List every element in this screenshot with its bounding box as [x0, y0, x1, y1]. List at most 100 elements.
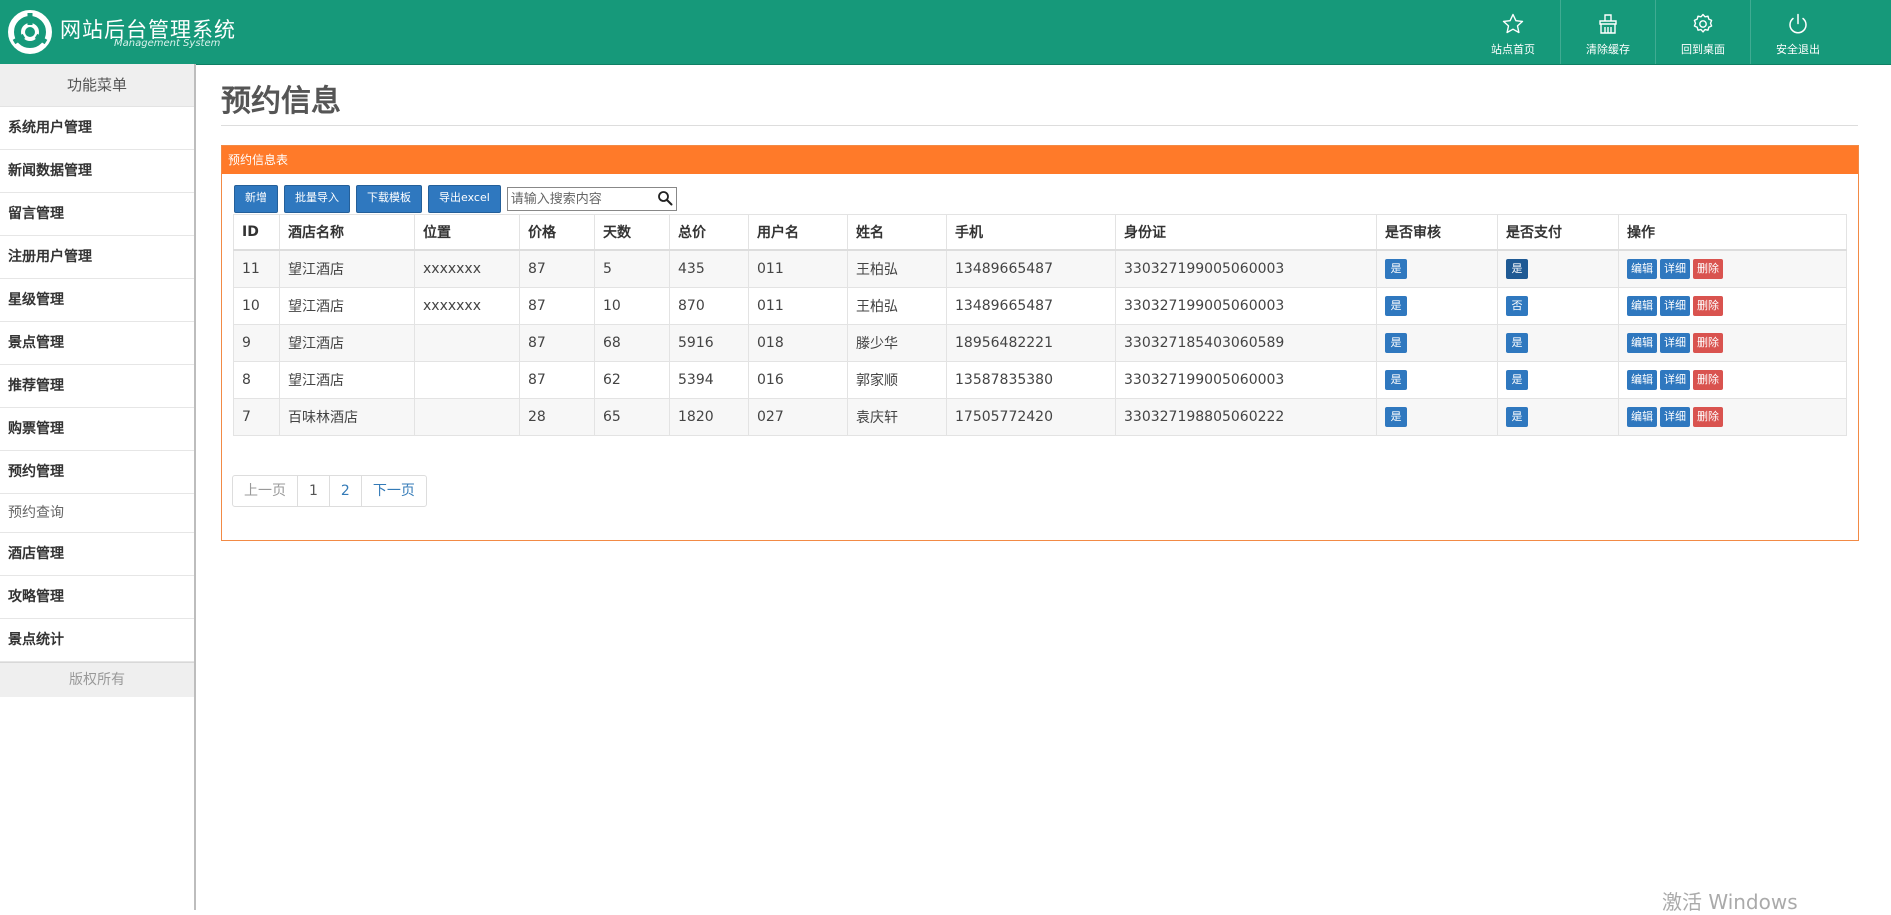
detail-button[interactable]: 详细: [1660, 407, 1690, 427]
detail-button[interactable]: 详细: [1660, 370, 1690, 390]
reservation-panel: 预约信息表 新增 批量导入 下载模板 导出excel ID 酒店名称 位置 价格…: [221, 145, 1859, 541]
logout-button[interactable]: 安全退出: [1750, 0, 1845, 64]
toolbar: 新增 批量导入 下载模板 导出excel: [234, 185, 677, 213]
page-1-button[interactable]: 1: [297, 476, 329, 506]
column-header-username: 用户名: [748, 214, 848, 251]
sidebar: 功能菜单 系统用户管理 新闻数据管理 留言管理 注册用户管理 星级管理 景点管理…: [0, 64, 196, 910]
page-title: 预约信息: [221, 84, 341, 119]
power-icon: [1789, 13, 1807, 34]
cell-id: 7: [233, 398, 280, 436]
audited-badge[interactable]: 是: [1385, 333, 1407, 353]
app-subtitle: Management System: [114, 38, 221, 49]
cell-id: 10: [233, 287, 280, 325]
sidebar-item-star-rating[interactable]: 星级管理: [0, 279, 194, 322]
detail-button[interactable]: 详细: [1660, 296, 1690, 316]
audited-badge[interactable]: 是: [1385, 259, 1407, 279]
paid-badge[interactable]: 是: [1506, 259, 1528, 279]
delete-button[interactable]: 删除: [1693, 333, 1723, 353]
cell-name: 郭家顺: [847, 361, 947, 399]
sidebar-item-registered-users[interactable]: 注册用户管理: [0, 236, 194, 279]
cell-name: 滕少华: [847, 324, 947, 362]
next-page-button[interactable]: 下一页: [360, 476, 426, 506]
cell-hotel: 望江酒店: [279, 287, 415, 325]
sidebar-item-attractions[interactable]: 景点管理: [0, 322, 194, 365]
cell-username: 016: [748, 361, 848, 399]
cell-days: 5: [594, 249, 670, 288]
cell-id: 11: [233, 249, 280, 288]
sidebar-item-tickets[interactable]: 购票管理: [0, 408, 194, 451]
export-excel-button[interactable]: 导出excel: [428, 185, 501, 213]
cell-idcard: 330327198805060222: [1115, 398, 1377, 436]
sidebar-subitem-reservation-query[interactable]: 预约查询: [0, 494, 194, 533]
cell-price: 87: [519, 324, 595, 362]
sidebar-item-reservations[interactable]: 预约管理: [0, 451, 194, 494]
cell-username: 018: [748, 324, 848, 362]
cell-paid: 否: [1497, 287, 1619, 325]
detail-button[interactable]: 详细: [1660, 259, 1690, 279]
column-header-name: 姓名: [847, 214, 947, 251]
batch-import-button[interactable]: 批量导入: [284, 185, 350, 213]
cell-actions: 编辑 详细 删除: [1618, 398, 1847, 436]
sidebar-item-guides[interactable]: 攻略管理: [0, 576, 194, 619]
cell-phone: 13489665487: [946, 249, 1116, 288]
add-button[interactable]: 新增: [234, 185, 278, 213]
edit-button[interactable]: 编辑: [1627, 296, 1657, 316]
prev-page-button[interactable]: 上一页: [233, 476, 297, 506]
logo-icon: [8, 10, 52, 54]
cell-username: 011: [748, 249, 848, 288]
cell-phone: 13489665487: [946, 287, 1116, 325]
page-2-button[interactable]: 2: [328, 476, 361, 506]
search-box: [506, 187, 677, 211]
audited-badge[interactable]: 是: [1385, 407, 1407, 427]
paid-badge[interactable]: 是: [1506, 370, 1528, 390]
sidebar-item-hotels[interactable]: 酒店管理: [0, 533, 194, 576]
cell-location: [414, 361, 520, 399]
sidebar-item-system-users[interactable]: 系统用户管理: [0, 107, 194, 150]
edit-button[interactable]: 编辑: [1627, 407, 1657, 427]
site-home-button[interactable]: 站点首页: [1466, 0, 1560, 64]
paid-badge[interactable]: 是: [1506, 333, 1528, 353]
delete-button[interactable]: 删除: [1693, 407, 1723, 427]
cell-id: 8: [233, 361, 280, 399]
cell-paid: 是: [1497, 361, 1619, 399]
edit-button[interactable]: 编辑: [1627, 370, 1657, 390]
detail-button[interactable]: 详细: [1660, 333, 1690, 353]
header-actions: 站点首页 清除缓存 回到桌面 安全退出: [1466, 0, 1845, 64]
cell-phone: 17505772420: [946, 398, 1116, 436]
sidebar-item-recommendations[interactable]: 推荐管理: [0, 365, 194, 408]
sidebar-item-messages[interactable]: 留言管理: [0, 193, 194, 236]
cell-phone: 18956482221: [946, 324, 1116, 362]
cell-hotel: 望江酒店: [279, 324, 415, 362]
search-input[interactable]: [507, 189, 651, 210]
pagination: 上一页 1 2 下一页: [232, 475, 427, 507]
column-header-location: 位置: [414, 214, 520, 251]
edit-button[interactable]: 编辑: [1627, 259, 1657, 279]
audited-badge[interactable]: 是: [1385, 370, 1407, 390]
cell-paid: 是: [1497, 398, 1619, 436]
clear-cache-button[interactable]: 清除缓存: [1560, 0, 1655, 64]
back-to-desktop-button[interactable]: 回到桌面: [1655, 0, 1750, 64]
paid-badge[interactable]: 否: [1506, 296, 1528, 316]
edit-button[interactable]: 编辑: [1627, 333, 1657, 353]
cell-price: 87: [519, 287, 595, 325]
sidebar-item-news[interactable]: 新闻数据管理: [0, 150, 194, 193]
column-header-actions: 操作: [1618, 214, 1847, 251]
cell-actions: 编辑 详细 删除: [1618, 324, 1847, 362]
gear-icon: [1693, 13, 1713, 33]
audited-badge[interactable]: 是: [1385, 296, 1407, 316]
delete-button[interactable]: 删除: [1693, 370, 1723, 390]
delete-button[interactable]: 删除: [1693, 259, 1723, 279]
column-header-days: 天数: [594, 214, 670, 251]
cell-audited: 是: [1376, 287, 1498, 325]
column-header-paid: 是否支付: [1497, 214, 1619, 251]
cell-price: 87: [519, 361, 595, 399]
cell-actions: 编辑 详细 删除: [1618, 287, 1847, 325]
cell-location: [414, 324, 520, 362]
search-icon[interactable]: [657, 190, 673, 206]
cell-idcard: 330327185403060589: [1115, 324, 1377, 362]
paid-badge[interactable]: 是: [1506, 407, 1528, 427]
download-template-button[interactable]: 下载模板: [356, 185, 422, 213]
table-row: 8 望江酒店 87 62 5394 016 郭家顺 13587835380 33…: [233, 361, 1847, 399]
delete-button[interactable]: 删除: [1693, 296, 1723, 316]
sidebar-item-statistics[interactable]: 景点统计: [0, 619, 194, 662]
